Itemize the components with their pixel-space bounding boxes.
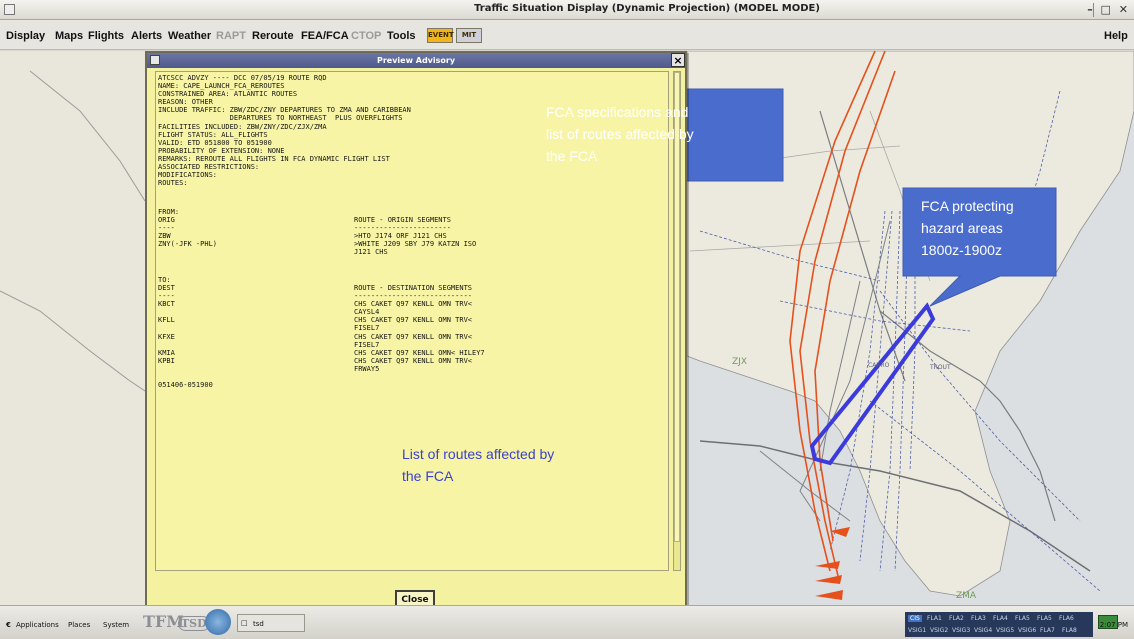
map-label-trout: TROUT xyxy=(929,364,951,371)
routes-callout-text: List of routes affected by the FCA xyxy=(402,446,555,484)
taskbar-menu-applications[interactable]: Applications xyxy=(16,621,59,629)
workspace-vsig2[interactable]: VSIG2 xyxy=(930,627,948,634)
workspace-fla1[interactable]: FLA1 xyxy=(927,615,942,622)
origin-routes-text: ROUTE - ORIGIN SEGMENTS ----------------… xyxy=(354,216,477,257)
advisory-title: Preview Advisory xyxy=(147,53,685,68)
workspace-vsig1[interactable]: VSIG1 xyxy=(908,627,926,634)
event-button[interactable]: EVENT xyxy=(427,28,454,43)
menu-flights[interactable]: Flights xyxy=(88,30,124,42)
title-bar: Traffic Situation Display (Dynamic Proje… xyxy=(0,0,1134,20)
window-title: Traffic Situation Display (Dynamic Proje… xyxy=(474,3,820,14)
workspace-fla8[interactable]: FLA8 xyxy=(1062,627,1077,634)
taskbar-task-label: tsd xyxy=(253,620,264,628)
workspace-vsig3[interactable]: VSIG3 xyxy=(952,627,970,634)
taskbar-menu-places[interactable]: Places xyxy=(68,621,90,629)
land-west xyxy=(0,51,145,605)
advisory-from-text: FROM: ORIG ---- ZBW ZNY(-JFK -PHL) xyxy=(158,208,218,249)
menu-tools[interactable]: Tools xyxy=(387,30,416,42)
workspace-switcher[interactable]: CIS FLA1 FLA2 FLA3 FLA4 FLA5 FLA5 FLA6 V… xyxy=(905,612,1093,637)
menu-ctop[interactable]: CTOP xyxy=(351,30,381,42)
workspace-fla5[interactable]: FLA5 xyxy=(1015,615,1030,622)
advisory-to-text: TO: DEST ---- KBCT KFLL KFXE KMIA KPBI 0… xyxy=(158,276,213,390)
workspace-fla3[interactable]: FLA3 xyxy=(971,615,986,622)
workspace-fla6[interactable]: FLA6 xyxy=(1059,615,1074,622)
mit-button[interactable]: MIT xyxy=(456,28,482,43)
globe-icon[interactable] xyxy=(205,609,231,635)
spec-callout-text: FCA specifications and list of routes af… xyxy=(546,104,694,164)
map-label-zma: ZMA xyxy=(956,591,977,601)
menu-fea-fca[interactable]: FEA/FCA xyxy=(301,30,349,42)
taskbar-menu-system[interactable]: System xyxy=(103,621,129,629)
workspace-fla7[interactable]: FLA7 xyxy=(1040,627,1055,634)
menu-display[interactable]: Display xyxy=(6,30,45,42)
hazard-callout-text: FCA protecting hazard areas 1800z-1900z xyxy=(921,198,1014,258)
workspace-vsig4[interactable]: VSIG4 xyxy=(974,627,992,634)
applications-icon[interactable]: € xyxy=(6,621,11,629)
menu-help[interactable]: Help xyxy=(1104,30,1128,42)
menu-weather[interactable]: Weather xyxy=(168,30,211,42)
map-label-cabro: CABRO xyxy=(868,362,890,369)
workspace-cis[interactable]: CIS xyxy=(908,615,922,622)
menu-reroute[interactable]: Reroute xyxy=(252,30,294,42)
window-controls[interactable]: – □ ✕ xyxy=(1087,3,1130,16)
map-label-zjx: ZJX xyxy=(732,357,747,367)
menu-bar: Display Maps Flights Alerts Weather RAPT… xyxy=(0,20,1134,50)
tsd-app: Traffic Situation Display (Dynamic Proje… xyxy=(0,0,1134,639)
taskbar-clock: 2:07 PM xyxy=(1099,621,1128,629)
workspace-vsig5[interactable]: VSIG5 xyxy=(996,627,1014,634)
workspace-fla4[interactable]: FLA4 xyxy=(993,615,1008,622)
dest-routes-text: ROUTE - DESTINATION SEGMENTS -----------… xyxy=(354,284,485,373)
advisory-header-text: ATCSCC ADVZY ---- DCC 07/05/19 ROUTE RQD… xyxy=(158,74,411,188)
workspace-fla2[interactable]: FLA2 xyxy=(949,615,964,622)
menu-maps[interactable]: Maps xyxy=(55,30,83,42)
advisory-close-icon[interactable]: × xyxy=(671,53,685,67)
workspace-fla5b[interactable]: FLA5 xyxy=(1037,615,1052,622)
menu-rapt[interactable]: RAPT xyxy=(216,30,246,42)
advisory-menu-icon[interactable] xyxy=(150,55,160,65)
workspace-vsig6[interactable]: VSIG6 xyxy=(1018,627,1036,634)
taskbar-task-icon: □ xyxy=(241,619,248,627)
menu-alerts[interactable]: Alerts xyxy=(131,30,162,42)
taskbar: € Applications Places System TFM TSD □ t… xyxy=(0,605,1134,639)
